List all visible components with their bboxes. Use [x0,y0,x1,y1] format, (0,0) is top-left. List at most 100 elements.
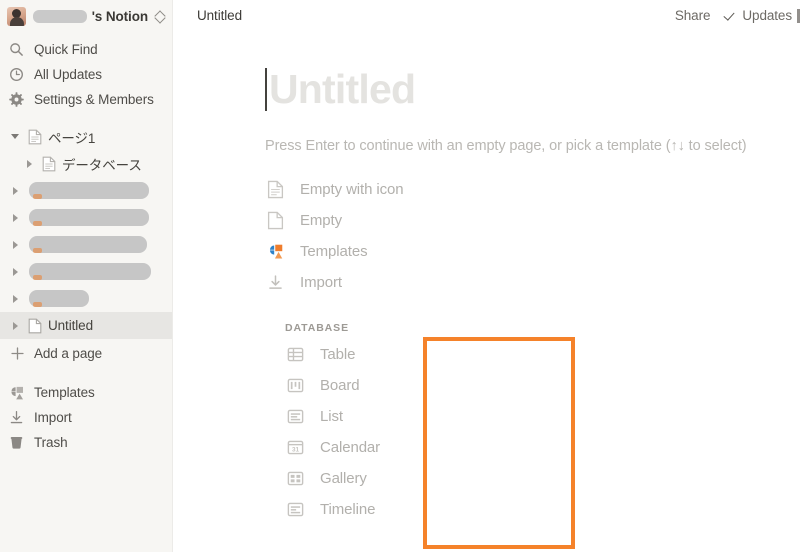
database-section-header: DATABASE [285,322,349,334]
redacted-page-name [29,209,149,226]
templates-icon [8,385,25,401]
redacted-workspace-name [33,9,87,23]
workspace-name-suffix: 's Notion [91,8,148,24]
svg-text:31: 31 [292,446,300,453]
check-icon [724,9,737,22]
share-button[interactable]: Share [675,8,711,23]
chevron-right-icon[interactable] [8,240,22,249]
template-hint: Press Enter to continue with an empty pa… [265,138,747,154]
plus-icon [9,346,26,361]
option-label: Empty [300,212,343,229]
sidebar-item-trash[interactable]: Trash [0,430,172,455]
tree-row-label: データベース [62,157,142,173]
option-label: Table [320,346,356,363]
option-table[interactable]: Table [265,339,790,370]
gear-icon [8,92,25,107]
sidebar-item-settings-members[interactable]: Settings & Members [0,87,172,112]
option-empty[interactable]: Empty [265,205,790,236]
page-icon [26,129,44,145]
option-calendar[interactable]: 31 Calendar [265,432,790,463]
page-title-row[interactable]: Untitled [265,64,790,114]
tree-row-redacted[interactable] [0,204,172,231]
page-tree: ページ1 データベース Untitled Add a page [0,123,172,368]
tree-row-redacted[interactable] [0,285,172,312]
sidebar-item-label: Quick Find [34,42,98,57]
search-icon [8,42,25,57]
table-icon [285,346,306,363]
avatar [7,6,26,26]
notion-window: 's Notion Quick Find All Updates Setting… [0,0,800,552]
calendar-icon: 31 [285,439,306,456]
option-import[interactable]: Import [265,267,790,298]
option-board[interactable]: Board [265,370,790,401]
workspace-switcher[interactable]: 's Notion [0,2,172,30]
chevron-right-icon[interactable] [8,186,22,195]
chevron-down-icon[interactable] [8,134,22,139]
page-body: Untitled Press Enter to continue with an… [173,64,800,525]
sidebar-item-label: All Updates [34,67,102,82]
templates-color-icon [265,243,286,260]
sidebar-item-import[interactable]: Import [0,405,172,430]
blank-page-icon [265,211,286,230]
import-icon [8,410,25,425]
option-label: Timeline [320,501,376,518]
tree-row-redacted[interactable] [0,258,172,285]
breadcrumb[interactable]: Untitled [197,8,242,23]
option-empty-with-icon[interactable]: Empty with icon [265,174,790,205]
sidebar-item-label: Trash [34,435,68,450]
option-label: Import [300,274,342,291]
gallery-icon [285,470,306,487]
timeline-icon [285,501,306,518]
import-icon [265,274,286,291]
chevron-right-icon[interactable] [8,213,22,222]
redacted-page-name [29,263,151,280]
tree-row-redacted[interactable] [0,231,172,258]
option-timeline[interactable]: Timeline [265,494,790,525]
sidebar-add-a-page-button[interactable]: Add a page [0,339,172,368]
sidebar-item-all-updates[interactable]: All Updates [0,62,172,87]
sidebar-item-templates[interactable]: Templates [0,380,172,405]
sidebar-bottom-nav: Templates Import Trash [0,380,172,455]
option-label: Templates [300,243,368,260]
option-templates[interactable]: Templates [265,236,790,267]
redacted-page-name [29,236,147,253]
tree-row-redacted[interactable] [0,177,172,204]
tree-row-label: ページ1 [48,130,96,146]
page-icon [40,156,58,172]
tree-row-page1[interactable]: ページ1 [0,123,172,150]
text-caret [265,67,267,111]
main-content: Untitled Share Updates Untitled Press En… [173,0,800,552]
sidebar-item-label: Templates [34,385,95,400]
tree-row-database[interactable]: データベース [0,150,172,177]
option-label: Calendar [320,439,381,456]
chevron-right-icon[interactable] [8,267,22,276]
tree-row-untitled[interactable]: Untitled [0,312,172,339]
chevron-right-icon[interactable] [8,321,22,330]
option-gallery[interactable]: Gallery [265,463,790,494]
chevron-right-icon[interactable] [22,159,36,168]
database-section: DATABASE Table Board List 31 Calendar Ga… [265,317,790,525]
board-icon [285,377,306,394]
chevron-up-down-icon[interactable] [155,10,166,23]
template-options: Empty with icon Empty Templates Import [265,174,790,298]
tree-row-label: Untitled [48,318,93,333]
option-label: Board [320,377,360,394]
option-label: List [320,408,343,425]
clock-icon [8,67,25,82]
updates-button[interactable]: Updates [724,8,792,23]
workspace-name: 's Notion [33,9,166,24]
sidebar-item-label: Import [34,410,72,425]
chevron-right-icon[interactable] [8,294,22,303]
blank-page-icon [26,318,44,334]
option-label: Gallery [320,470,367,487]
sidebar-item-label: Settings & Members [34,92,154,107]
updates-label: Updates [742,8,792,23]
redacted-page-name [29,182,149,199]
topbar-actions: Share Updates [675,8,794,23]
page-title: Untitled [269,65,416,112]
sidebar-nav: Quick Find All Updates Settings & Member… [0,37,172,112]
sidebar-item-quick-find[interactable]: Quick Find [0,37,172,62]
redacted-page-name [29,290,89,307]
option-list[interactable]: List [265,401,790,432]
list-icon [285,408,306,425]
